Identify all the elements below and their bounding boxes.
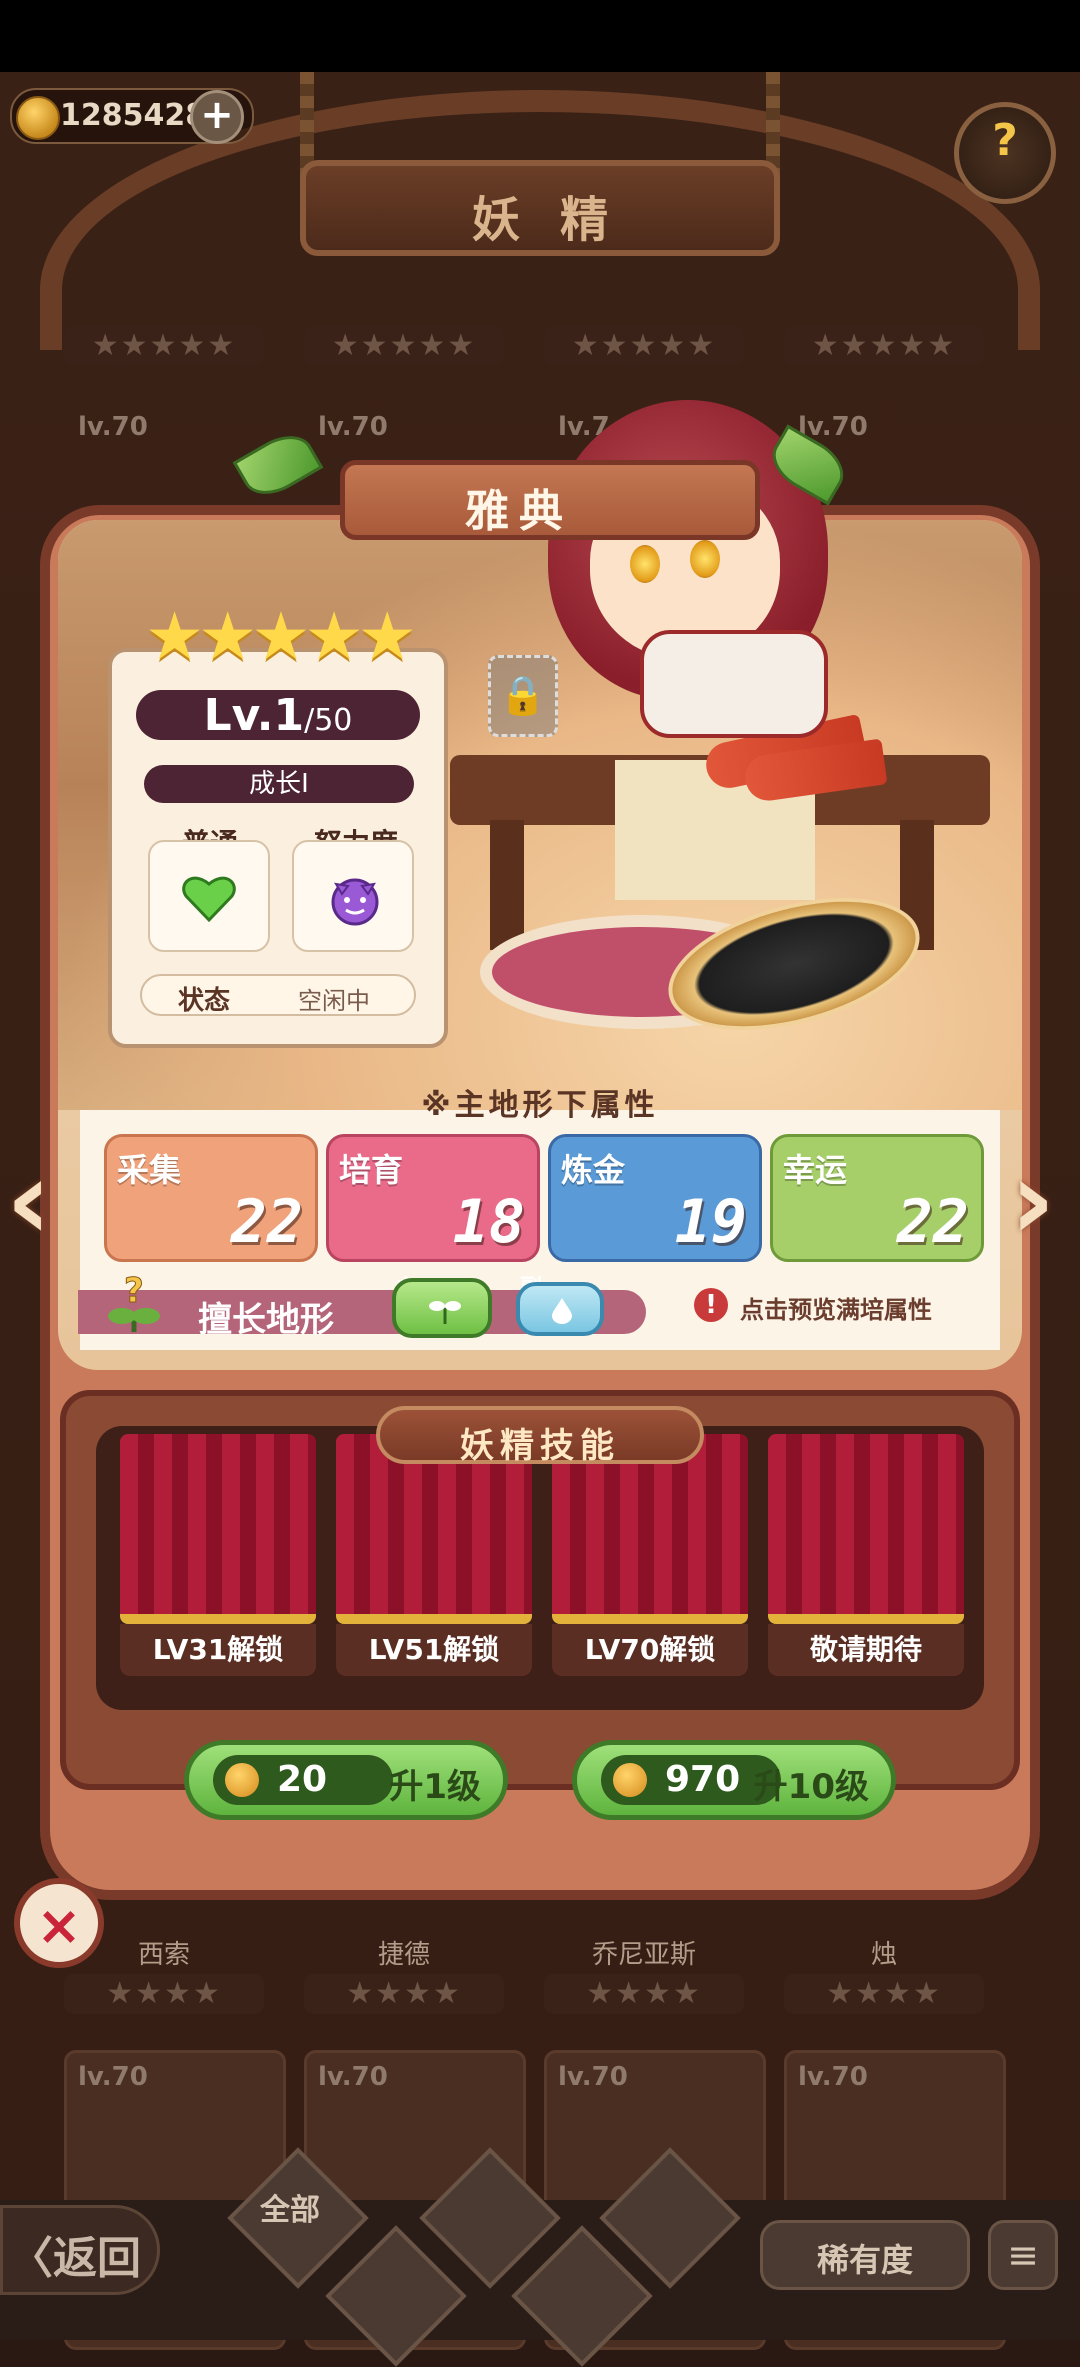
grid-level: lv.70 <box>318 2062 388 2092</box>
rarity-sort-button[interactable]: 稀有度 <box>760 2220 970 2290</box>
grid-level: lv.70 <box>558 2062 628 2092</box>
grid-name: 乔尼亚斯 <box>591 1940 696 1970</box>
upgrade-label: 升1级 <box>389 1767 481 1807</box>
grid-level: lv.70 <box>318 412 388 442</box>
skill-slot-curtain[interactable] <box>120 1434 316 1624</box>
alert-icon: ! <box>694 1288 728 1322</box>
star-rating: ★★★★★ <box>145 598 417 675</box>
coin-icon <box>613 1763 647 1797</box>
prop-value: 22 <box>230 1187 303 1257</box>
grid-level: lv.70 <box>78 2062 148 2092</box>
character-eye <box>630 545 660 583</box>
skills-title-plaque: 妖精技能 <box>376 1406 704 1466</box>
table-leg <box>490 820 524 950</box>
prop-value: 22 <box>896 1187 969 1257</box>
character-eye <box>690 540 720 578</box>
grid-stars: ★★★★ <box>64 1974 264 2014</box>
status-row: 状态 空闲中 <box>140 974 416 1016</box>
sprite-name: 雅典 <box>465 486 573 537</box>
svg-text:?: ? <box>124 1272 144 1311</box>
grid-level: lv.70 <box>78 412 148 442</box>
prop-label: 炼金 <box>561 1151 626 1189</box>
rarity-label: 稀有度 <box>816 2241 913 2279</box>
grid-stars: ★★★★★ <box>304 326 504 366</box>
grid-level: lv.70 <box>798 2062 868 2092</box>
upgrade-cost: 20 <box>277 1759 328 1800</box>
back-label: 〈返回 <box>9 2233 141 2284</box>
devil-face-icon <box>331 878 379 926</box>
grid-stars: ★★★★ <box>304 1974 504 2014</box>
effort-box[interactable] <box>292 840 414 952</box>
grid-name: 捷德 <box>377 1940 430 1970</box>
grid-stars: ★★★★★ <box>544 326 744 366</box>
previous-sprite-arrow[interactable]: ‹ <box>6 1145 66 1260</box>
skill-slot-label: LV51解锁 <box>336 1624 532 1676</box>
filter-all-label: 全部 <box>260 2193 320 2228</box>
water-drop-icon <box>552 1298 572 1324</box>
skill-slot-label: 敬请期待 <box>768 1624 964 1676</box>
mood-box[interactable] <box>148 840 270 952</box>
level-current: Lv.1 <box>203 690 305 741</box>
prop-label: 幸运 <box>783 1151 848 1189</box>
page-title-plaque: 妖精 <box>300 160 780 256</box>
growth-label: 成长I <box>144 765 414 803</box>
terrain-sub-gem[interactable] <box>516 1282 604 1336</box>
prop-label: 培育 <box>339 1151 404 1189</box>
prop-card-luck[interactable]: 幸运 22 <box>770 1134 984 1262</box>
grid-name: 烛 <box>870 1940 897 1970</box>
grid-name: 西索 <box>137 1940 190 1970</box>
preview-max-hint[interactable]: 点击预览满培属性 <box>740 1290 932 1325</box>
sort-icon: ≡ <box>1007 2233 1039 2277</box>
sprite-name-plaque: 雅典 <box>340 460 760 540</box>
prop-card-nurture[interactable]: 培育 18 <box>326 1134 540 1262</box>
prop-card-gather[interactable]: 采集 22 <box>104 1134 318 1262</box>
next-sprite-arrow[interactable]: › <box>1010 1145 1070 1260</box>
skill-slot-label: LV70解锁 <box>552 1624 748 1676</box>
sprout-question-icon: ? <box>108 1271 160 1332</box>
character-body <box>640 630 828 738</box>
help-button[interactable]: ? <box>954 102 1056 204</box>
sort-order-button[interactable]: ≡ <box>988 2220 1058 2290</box>
level-max: /50 <box>304 703 353 738</box>
terrain-label: 擅长地形 <box>198 1300 334 1340</box>
upgrade-1-level-button[interactable]: 20 升1级 <box>184 1740 508 1820</box>
lock-icon[interactable]: 🔒 <box>488 655 558 737</box>
grid-stars: ★★★★★ <box>784 326 984 366</box>
coin-icon <box>225 1763 259 1797</box>
add-currency-button[interactable]: + <box>190 90 244 144</box>
back-button[interactable]: 〈返回 <box>0 2205 160 2295</box>
upgrade-label: 升10级 <box>753 1767 869 1807</box>
heart-icon <box>182 876 236 922</box>
grid-stars: ★★★★★ <box>64 326 264 366</box>
coin-icon <box>16 96 60 140</box>
prop-value: 19 <box>674 1187 747 1257</box>
upgrade-10-levels-button[interactable]: 970 升10级 <box>572 1740 896 1820</box>
level-bar: Lv.1/50 <box>136 690 420 741</box>
question-icon: ? <box>992 115 1018 166</box>
status-bar <box>0 0 1080 72</box>
skill-slot-curtain[interactable] <box>768 1434 964 1624</box>
prop-value: 18 <box>452 1187 525 1257</box>
properties-heading: ※主地形下属性 <box>421 1088 659 1123</box>
sprout-icon <box>429 1301 461 1324</box>
grid-stars: ★★★★ <box>544 1974 744 2014</box>
status-value: 空闲中 <box>298 987 370 1015</box>
page-title: 妖精 <box>471 192 648 248</box>
skills-title: 妖精技能 <box>460 1426 620 1466</box>
terrain-help-icon[interactable]: ? <box>102 1271 166 1336</box>
prop-label: 采集 <box>117 1151 182 1189</box>
prop-card-alchemy[interactable]: 炼金 19 <box>548 1134 762 1262</box>
terrain-main-gem[interactable] <box>392 1278 492 1338</box>
grid-stars: ★★★★ <box>784 1974 984 2014</box>
status-key: 状态 <box>178 986 231 1016</box>
upgrade-cost: 970 <box>665 1759 741 1800</box>
skill-slot-label: LV31解锁 <box>120 1624 316 1676</box>
